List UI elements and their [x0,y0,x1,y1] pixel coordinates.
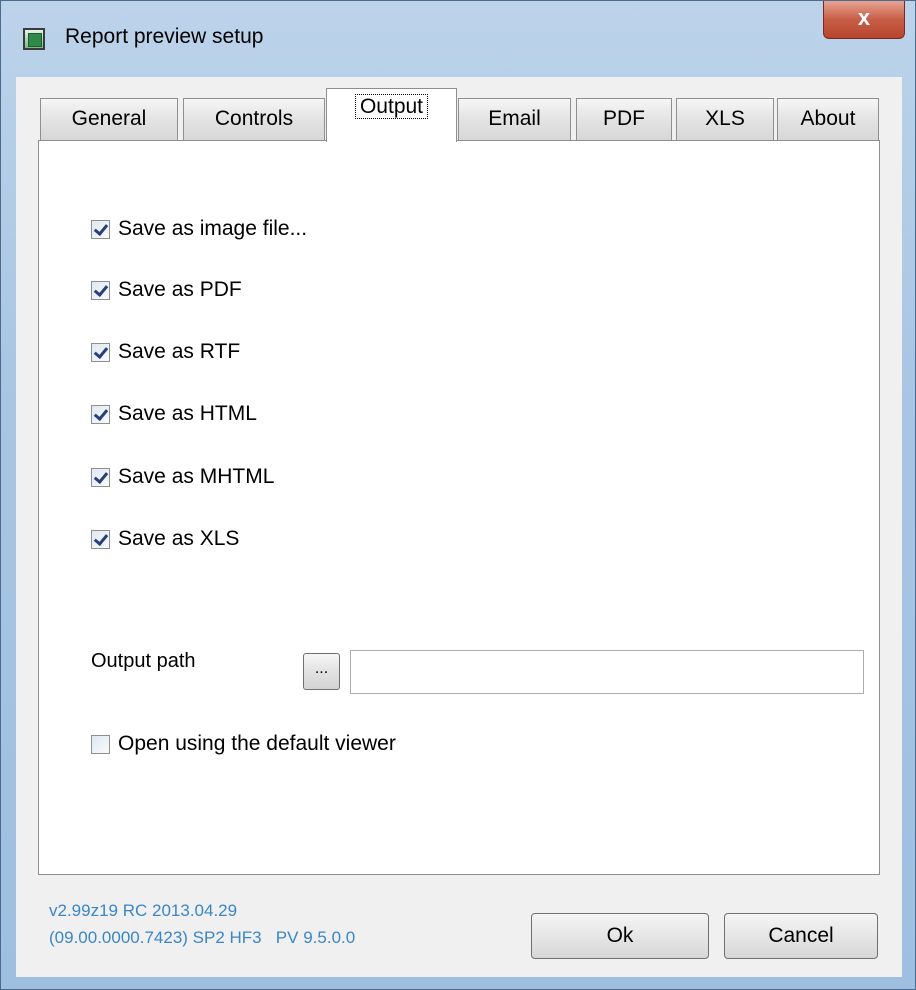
tab-output[interactable]: Output [326,88,457,142]
output-path-input[interactable] [350,650,864,694]
save-html-checkbox[interactable] [91,404,110,424]
version-line-1: v2.99z19 RC 2013.04.29 [49,901,238,920]
tab-general-label: General [71,107,147,130]
dialog-window: Report preview setup x General Controls … [0,0,916,990]
version-line-2: (09.00.0000.7423) SP2 HF3 PV 9.5.0.0 [49,928,356,947]
tab-about[interactable]: About [777,98,879,140]
tab-email[interactable]: Email [458,98,571,140]
close-button[interactable]: x [823,1,905,39]
tab-xls[interactable]: XLS [676,98,774,140]
save-mhtml-label: Save as MHTML [118,465,275,488]
save-image-label: Save as image file... [118,217,308,240]
output-path-label: Output path [91,650,196,672]
save-rtf-checkbox[interactable] [91,342,110,362]
window-title: Report preview setup [65,25,264,48]
title-bar[interactable]: Report preview setup x [1,1,915,77]
save-pdf-checkbox[interactable] [91,280,110,300]
save-rtf-label: Save as RTF [118,340,241,363]
cancel-button[interactable]: Cancel [724,913,878,959]
browse-path-button[interactable]: ... [303,653,340,690]
open-default-viewer-option[interactable]: Open using the default viewer [91,732,396,756]
tab-output-label: Output [354,94,429,119]
tab-pdf-label: PDF [603,107,645,130]
output-tab-panel [38,140,880,875]
save-html-label: Save as HTML [118,402,257,425]
app-icon [23,28,45,50]
save-mhtml-checkbox[interactable] [91,467,110,487]
save-rtf-option[interactable]: Save as RTF [91,340,240,364]
tab-controls-label: Controls [214,107,294,130]
open-default-viewer-label: Open using the default viewer [118,732,396,755]
tab-pdf[interactable]: PDF [576,98,672,140]
save-mhtml-option[interactable]: Save as MHTML [91,465,274,489]
tab-xls-label: XLS [705,107,745,130]
save-html-option[interactable]: Save as HTML [91,402,257,426]
save-xls-label: Save as XLS [118,527,240,550]
save-pdf-option[interactable]: Save as PDF [91,278,242,302]
ok-button[interactable]: Ok [531,913,709,959]
tab-controls[interactable]: Controls [183,98,325,140]
save-pdf-label: Save as PDF [118,278,242,301]
open-default-viewer-checkbox[interactable] [91,734,110,754]
save-image-option[interactable]: Save as image file... [91,217,307,241]
save-xls-checkbox[interactable] [91,529,110,549]
save-image-checkbox[interactable] [91,219,110,239]
save-xls-option[interactable]: Save as XLS [91,527,239,551]
tab-email-label: Email [488,107,541,130]
tab-general[interactable]: General [40,98,178,140]
tab-about-label: About [800,107,856,130]
